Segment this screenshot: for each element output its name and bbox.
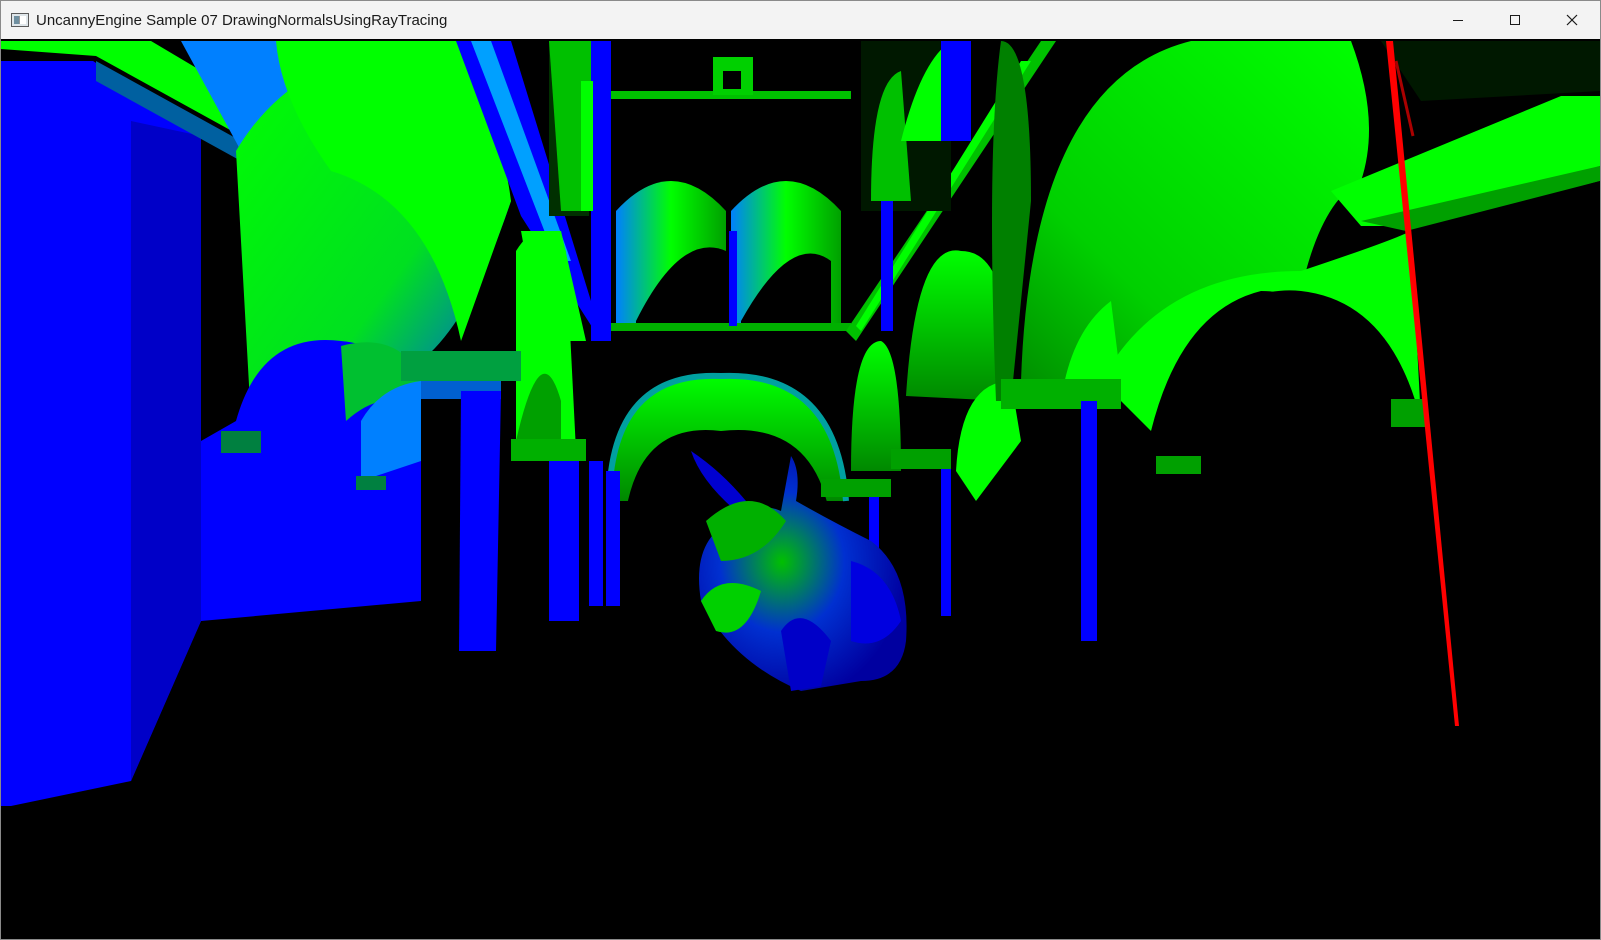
minimize-button[interactable]	[1429, 1, 1486, 39]
window-title: UncannyEngine Sample 07 DrawingNormalsUs…	[36, 11, 448, 29]
close-icon	[1566, 14, 1577, 26]
maximize-button[interactable]	[1486, 1, 1543, 39]
app-icon[interactable]	[11, 13, 29, 27]
title-bar[interactable]: UncannyEngine Sample 07 DrawingNormalsUs…	[1, 1, 1600, 39]
close-button[interactable]	[1543, 1, 1600, 39]
app-window: UncannyEngine Sample 07 DrawingNormalsUs…	[0, 0, 1601, 940]
normals-render	[1, 41, 1600, 901]
minimize-icon	[1452, 20, 1463, 21]
maximize-icon	[1509, 15, 1520, 25]
window-controls	[1429, 1, 1600, 39]
render-viewport[interactable]	[1, 39, 1600, 939]
